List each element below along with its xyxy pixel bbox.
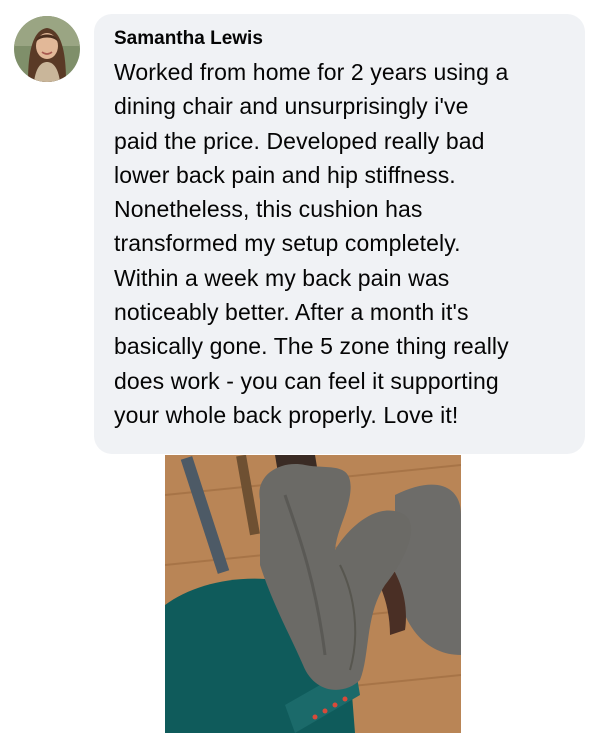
cushion-photo-icon [165, 455, 461, 733]
comment-text: Worked from home for 2 years using a din… [114, 59, 509, 428]
author-name[interactable]: Samantha Lewis [114, 27, 569, 51]
comment-bubble: Samantha Lewis Worked from home for 2 ye… [94, 14, 585, 454]
profile-photo-icon [14, 16, 80, 82]
attached-photo[interactable] [165, 455, 461, 733]
avatar[interactable] [14, 16, 80, 82]
